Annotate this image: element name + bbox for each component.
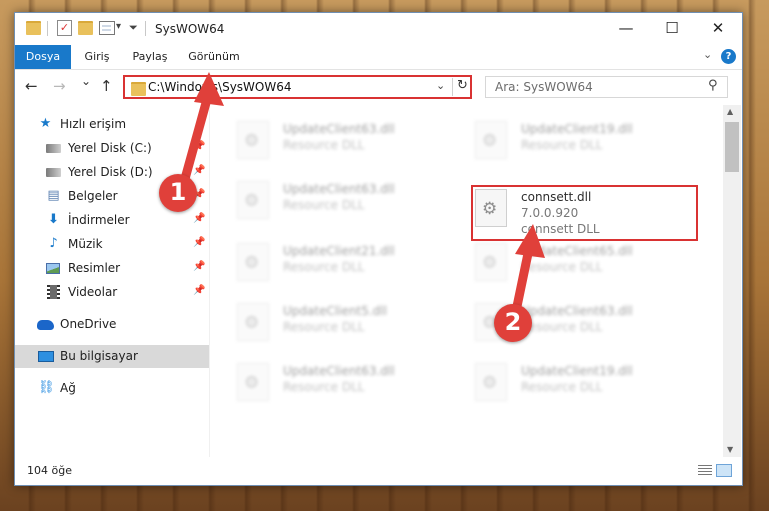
callout-arrows bbox=[178, 72, 545, 321]
arrow-1-icon bbox=[178, 72, 224, 191]
step-badge-2: 2 bbox=[494, 304, 532, 342]
arrow-2-icon bbox=[510, 224, 545, 321]
step-badge-1: 1 bbox=[159, 174, 197, 212]
